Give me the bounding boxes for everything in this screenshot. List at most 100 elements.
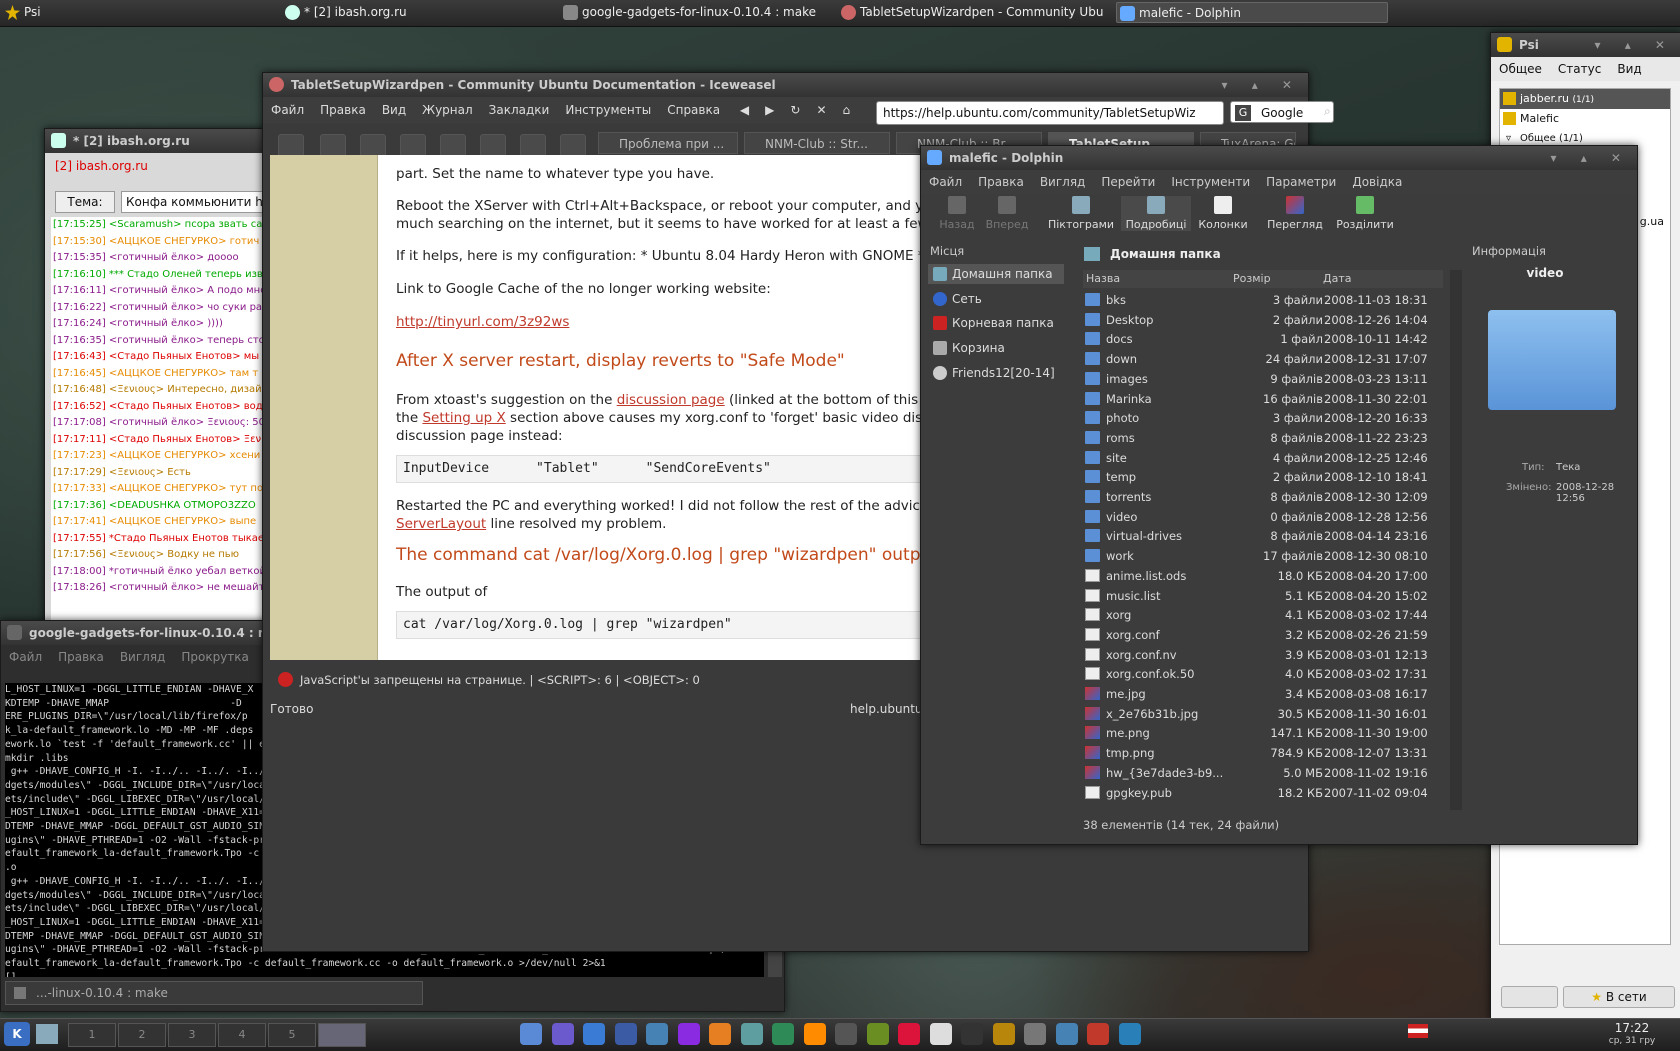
chat-titlebar[interactable]: * [2] ibash.org.ru bbox=[45, 129, 285, 153]
menu-scroll[interactable]: Прокрутка bbox=[173, 650, 257, 664]
forward-icon[interactable]: ▶ bbox=[757, 103, 782, 117]
file-row[interactable]: music.list 5.1 КБ 2008-04-20 15:02 bbox=[1083, 586, 1453, 606]
discussion-link[interactable]: discussion page bbox=[617, 392, 725, 408]
column-name[interactable]: Назва bbox=[1086, 270, 1120, 288]
menu-general[interactable]: Общее bbox=[1491, 62, 1550, 76]
download-icon[interactable] bbox=[583, 1023, 605, 1045]
file-row[interactable]: virtual-drives 8 файлів 2008-04-14 23:16 bbox=[1083, 526, 1453, 546]
file-row[interactable]: me.jpg 3.4 КБ 2008-03-08 16:17 bbox=[1083, 684, 1453, 704]
terminal-tab[interactable]: ...-linux-0.10.4 : make bbox=[5, 981, 423, 1005]
place-root[interactable]: Корневая папка bbox=[928, 313, 1064, 333]
place-trash[interactable]: Корзина bbox=[928, 338, 1064, 358]
window-buttons[interactable]: ▾ ▴ ✕ bbox=[1595, 33, 1675, 57]
file-list-scrollbar[interactable] bbox=[1450, 270, 1462, 810]
tinyurl-link[interactable]: http://tinyurl.com/3z92ws bbox=[396, 314, 569, 330]
file-row[interactable]: torrents 8 файлів 2008-12-30 12:09 bbox=[1083, 487, 1453, 507]
back-icon[interactable]: ◀ bbox=[732, 103, 757, 117]
psi-account-row[interactable]: jabber.ru (1/1) bbox=[1500, 89, 1670, 109]
menu-go[interactable]: Перейти bbox=[1093, 175, 1163, 189]
file-row[interactable]: gpgkey.pub 18.2 КБ 2007-11-02 09:04 bbox=[1083, 783, 1453, 803]
task-dolphin[interactable]: malefic - Dolphin bbox=[1116, 2, 1388, 23]
menu-view[interactable]: Вигляд bbox=[112, 650, 174, 664]
place-network[interactable]: Сеть bbox=[928, 289, 1064, 309]
desktop-3[interactable]: 3 bbox=[168, 1023, 216, 1047]
menu-tools[interactable]: Инструменты bbox=[557, 103, 659, 117]
clock-date[interactable]: ср, 31 гру bbox=[1588, 1036, 1676, 1046]
location-bar[interactable]: Домашня папка bbox=[1080, 244, 1460, 264]
stop-icon[interactable]: ✕ bbox=[808, 103, 834, 117]
files-icon[interactable] bbox=[520, 1023, 542, 1045]
web-icon[interactable] bbox=[1118, 1023, 1141, 1045]
task-terminal[interactable]: google-gadgets-for-linux-0.10.4 : make bbox=[560, 2, 825, 23]
menu-file[interactable]: Файл bbox=[921, 175, 970, 189]
menu-view[interactable]: Вигляд bbox=[1032, 175, 1094, 189]
menu-view[interactable]: Вид bbox=[1609, 62, 1649, 76]
preview-button[interactable]: Перегляд bbox=[1260, 196, 1330, 231]
vlc-icon[interactable] bbox=[803, 1023, 826, 1045]
file-row[interactable]: xorg.conf.ok.50 4.0 КБ 2008-03-02 17:31 bbox=[1083, 664, 1453, 684]
task-browser[interactable]: TabletSetupWizardpen - Community Ubuntu bbox=[838, 2, 1103, 23]
place-friends[interactable]: Friends12[20-14] bbox=[928, 363, 1064, 383]
kde-menu-icon[interactable]: K bbox=[4, 1022, 30, 1046]
file-row[interactable]: temp 2 файли 2008-12-10 18:41 bbox=[1083, 467, 1453, 487]
file-row[interactable]: Marinka 16 файлів 2008-11-30 22:01 bbox=[1083, 389, 1453, 409]
file-row[interactable]: tmp.png 784.9 КБ 2008-12-07 13:31 bbox=[1083, 743, 1453, 763]
menu-tools[interactable]: Інструменти bbox=[1163, 175, 1258, 189]
keyboard-layout-flag-icon[interactable] bbox=[1408, 1024, 1428, 1038]
menu-status[interactable]: Статус bbox=[1550, 62, 1609, 76]
file-row[interactable]: anime.list.ods 18.0 КБ 2008-04-20 17:00 bbox=[1083, 566, 1453, 586]
eye-icon[interactable] bbox=[677, 1023, 700, 1045]
file-row[interactable]: xorg 4.1 КБ 2008-03-02 17:44 bbox=[1083, 605, 1453, 625]
tab-problem[interactable]: Проблема при ... bbox=[598, 132, 738, 154]
file-row[interactable]: bks 3 файли 2008-11-03 18:31 bbox=[1083, 290, 1453, 310]
file-row[interactable]: images 9 файлів 2008-03-23 13:11 bbox=[1083, 369, 1453, 389]
psi-titlebar[interactable]: Psi ▾ ▴ ✕ bbox=[1491, 33, 1680, 57]
place-home[interactable]: Домашня папка bbox=[928, 264, 1064, 284]
file-row[interactable]: Desktop 2 файли 2008-12-26 14:04 bbox=[1083, 310, 1453, 330]
psi-options-button[interactable] bbox=[1501, 986, 1558, 1008]
fire-icon[interactable] bbox=[898, 1023, 920, 1045]
desktop-6-active[interactable] bbox=[318, 1023, 366, 1047]
search-bar[interactable]: G Google bbox=[1230, 101, 1334, 123]
task-psi[interactable]: Psi bbox=[2, 2, 267, 23]
forward-button[interactable]: Вперед bbox=[972, 196, 1042, 231]
wrench-icon[interactable] bbox=[1024, 1023, 1046, 1045]
wheel-icon[interactable] bbox=[835, 1023, 857, 1045]
file-row[interactable]: me.png 147.1 КБ 2008-11-30 19:00 bbox=[1083, 723, 1453, 743]
psi-contact[interactable]: Malefic bbox=[1500, 109, 1670, 129]
desktop-4[interactable]: 4 bbox=[218, 1023, 266, 1047]
task-chat[interactable]: * [2] ibash.org.ru bbox=[282, 2, 542, 23]
dolphin-titlebar[interactable]: malefic - Dolphin ▾ ▴ ✕ bbox=[921, 146, 1637, 170]
clock-time[interactable]: 17:22 bbox=[1588, 1021, 1676, 1035]
menu-file[interactable]: Файл bbox=[263, 103, 312, 117]
menu-settings[interactable]: Параметри bbox=[1258, 175, 1344, 189]
menu-edit[interactable]: Правка bbox=[970, 175, 1032, 189]
window-buttons[interactable]: ▾ ▴ ✕ bbox=[1222, 73, 1302, 97]
desktop-2[interactable]: 2 bbox=[118, 1023, 166, 1047]
window-icon[interactable] bbox=[1055, 1023, 1078, 1045]
url-bar[interactable]: https://help.ubuntu.com/community/Tablet… bbox=[876, 101, 1224, 125]
chart-icon[interactable] bbox=[772, 1023, 794, 1045]
menu-bookmarks[interactable]: Закладки bbox=[481, 103, 558, 117]
icons-view-button[interactable]: Піктограми bbox=[1046, 196, 1116, 231]
file-row[interactable]: video 0 файлів 2008-12-28 12:56 bbox=[1083, 507, 1453, 527]
setup-x-link[interactable]: Setting up X bbox=[422, 410, 505, 426]
firefox-icon[interactable] bbox=[709, 1023, 731, 1045]
editor-icon[interactable] bbox=[614, 1023, 637, 1045]
file-row[interactable]: photo 3 файли 2008-12-20 16:33 bbox=[1083, 408, 1453, 428]
details-view-button[interactable]: Подробиці bbox=[1121, 196, 1191, 231]
file-row[interactable]: hw_{3e7dade3-b9... 5.0 МБ 2008-11-02 19:16 bbox=[1083, 763, 1453, 783]
file-row[interactable]: xorg.conf 3.2 КБ 2008-02-26 21:59 bbox=[1083, 625, 1453, 645]
menu-help[interactable]: Справка bbox=[659, 103, 728, 117]
column-size[interactable]: Розмір bbox=[1233, 270, 1271, 288]
terminal-icon[interactable] bbox=[961, 1023, 983, 1045]
serverlayout-link[interactable]: ServerLayout bbox=[396, 516, 486, 532]
desktop-5[interactable]: 5 bbox=[268, 1023, 316, 1047]
menu-view[interactable]: Вид bbox=[374, 103, 414, 117]
lastfm-icon[interactable] bbox=[1087, 1023, 1109, 1045]
column-date[interactable]: Дата bbox=[1323, 270, 1351, 288]
file-row[interactable]: x_2e76b31b.jpg 30.5 КБ 2008-11-30 16:01 bbox=[1083, 704, 1453, 724]
noscript-bar[interactable]: JavaScript'ы запрещены на странице. | <S… bbox=[270, 670, 960, 690]
psi-status-button[interactable]: ★ В сети bbox=[1563, 986, 1675, 1008]
file-row[interactable]: site 4 файли 2008-12-25 12:46 bbox=[1083, 448, 1453, 468]
